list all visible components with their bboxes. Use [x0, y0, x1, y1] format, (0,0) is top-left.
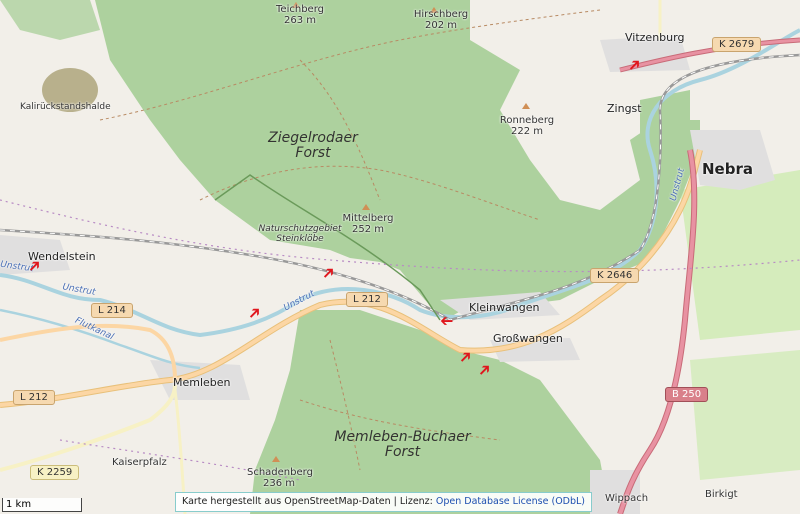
peak-label-mittelberg: Mittelberg 252 m [340, 213, 396, 235]
place-label-nebra: Nebra [702, 160, 753, 178]
peak-name: Teichberg [276, 4, 324, 15]
peak-elevation: 222 m [510, 126, 543, 137]
peak-elevation: 263 m [283, 15, 316, 26]
forest-label-ziegelrodaer-line2: Forst [295, 145, 331, 162]
peak-name: Ronneberg [499, 115, 555, 126]
peak-label-schadenberg: Schadenberg 236 m [247, 467, 313, 489]
scale-bar: 1 km [2, 498, 82, 512]
road-shield-k2259: K 2259 [30, 465, 80, 480]
peak-name: Schadenberg [247, 467, 313, 478]
license-link[interactable]: Open Database License (ODbL) [436, 496, 585, 507]
arrow-marker-kleinwangen: ➔ [440, 312, 454, 331]
place-label-kleinwangen: Kleinwangen [469, 301, 540, 314]
peak-elevation: 252 m [351, 224, 384, 235]
road-shield-l212-west: L 212 [13, 390, 55, 405]
road-shield-l212-east: L 212 [346, 292, 388, 307]
road-shield-k2679: K 2679 [712, 37, 762, 52]
peak-label-teichberg: Teichberg 263 m [274, 4, 326, 26]
forest-label-memleben-buchaer: Memleben-Buchaer Forst [330, 429, 475, 461]
place-label-vitzenburg: Vitzenburg [625, 31, 685, 44]
map-canvas[interactable]: Wendelstein Memleben Kaiserpfalz Kleinwa… [0, 0, 800, 514]
attribution-bar: Karte hergestellt aus OpenStreetMap-Date… [175, 492, 593, 512]
place-label-memleben: Memleben [173, 376, 231, 389]
forest-label-memleben-buchaer-line2: Forst [384, 444, 421, 461]
road-shield-l214: L 214 [91, 303, 133, 318]
place-label-grosswangen: Großwangen [493, 332, 563, 345]
peak-label-ronneberg: Ronneberg 222 m [498, 115, 556, 137]
place-label-zingst: Zingst [607, 102, 642, 115]
road-shield-b250: B 250 [665, 387, 709, 402]
nature-reserve-line2: Steinklöbe [276, 233, 324, 244]
place-label-birkigt: Birkigt [705, 489, 738, 500]
road-shield-k2646: K 2646 [590, 268, 640, 283]
peak-name: Hirschberg [413, 9, 469, 20]
place-label-wippach: Wippach [605, 493, 649, 504]
forest-label-ziegelrodaer: Ziegelrodaer Forst [263, 130, 363, 162]
place-label-kalirueckstandshalde: Kalirückstandshalde [20, 102, 111, 112]
peak-label-hirschberg: Hirschberg 202 m [412, 9, 470, 31]
peak-name: Mittelberg [342, 213, 394, 224]
place-label-kaiserpfalz: Kaiserpfalz [112, 457, 167, 468]
peak-elevation: 202 m [424, 20, 457, 31]
peak-elevation: 236 m [262, 478, 295, 489]
attribution-text: Karte hergestellt aus OpenStreetMap-Date… [182, 496, 433, 507]
nature-reserve-label: Naturschutzgebiet Steinklöbe [254, 224, 346, 245]
